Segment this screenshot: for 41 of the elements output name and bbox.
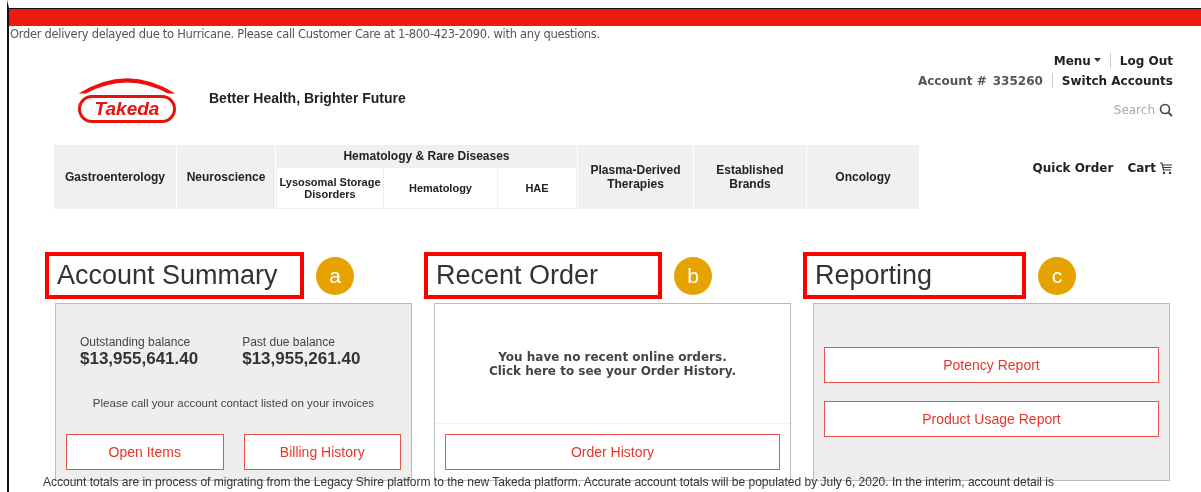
report-button[interactable]: Potency Report — [824, 347, 1159, 383]
switch-accounts-link[interactable]: Switch Accounts — [1061, 73, 1173, 88]
callout-badge: a — [316, 256, 354, 295]
search-icon — [1159, 103, 1173, 117]
alert-message: Order delivery delayed due to Hurricane. Please call Customer Care at 1-800-423-2090. with any questions. — [9, 26, 601, 41]
callout-badge: b — [674, 256, 712, 295]
cart-link[interactable]: Cart — [1127, 161, 1173, 175]
logout-link[interactable]: Log Out — [1119, 53, 1173, 68]
account-label: Account # — [917, 73, 987, 88]
footer-note: Account totals are in process of migrating from the Legacy Shire platform to the new Takeda platform. Accurate account totals will be populated by July 6, 2020. In the interim, account detail is — [43, 475, 1054, 489]
balance-label: Outstanding balance — [80, 335, 192, 349]
balance-amount: $13,955,641.40 — [80, 349, 199, 369]
nav-item[interactable]: Gastroenterology — [54, 145, 177, 209]
nav-item[interactable]: Plasma-Derived Therapies — [578, 145, 694, 209]
cart-icon — [1159, 161, 1173, 175]
history-hint: Click here to see your Order History. — [488, 363, 737, 378]
section-title: Account Summary — [45, 252, 304, 299]
action-button[interactable]: Order History — [445, 434, 780, 470]
menu-link[interactable]: Menu — [1053, 53, 1101, 68]
nav-item[interactable]: Oncology — [807, 145, 919, 209]
nav-group-title[interactable]: Hematology & Rare Diseases — [276, 145, 577, 167]
section-title: Reporting — [803, 252, 1026, 299]
quick-order-link[interactable]: Quick Order — [1032, 161, 1114, 175]
caret-icon — [1093, 58, 1101, 63]
callout-badge: c — [1038, 256, 1076, 295]
nav-subitem[interactable]: HAE — [498, 168, 576, 208]
logo-wordmark: Takeda — [77, 95, 177, 123]
section-title: Recent Order — [424, 252, 662, 299]
report-button[interactable]: Product Usage Report — [824, 401, 1159, 437]
action-button[interactable]: Open Items — [66, 434, 224, 470]
balance-amount: $13,955,261.40 — [242, 349, 361, 369]
nav-item[interactable]: Established Brands — [694, 145, 807, 209]
nav-subitem[interactable]: Lysosomal Storage Disorders — [277, 168, 384, 208]
empty-message: You have no recent online orders. — [498, 349, 727, 364]
action-button[interactable]: Billing History — [243, 434, 401, 470]
balance-label: Past due balance — [242, 335, 336, 349]
logo[interactable]: Takeda — [59, 73, 195, 123]
info-note: Please call your account contact listed on your invoices — [91, 397, 376, 409]
account-number: 335260 — [992, 73, 1043, 88]
tagline: Better Health, Brighter Future — [209, 90, 406, 106]
nav-subitem[interactable]: Hematology — [384, 168, 498, 208]
